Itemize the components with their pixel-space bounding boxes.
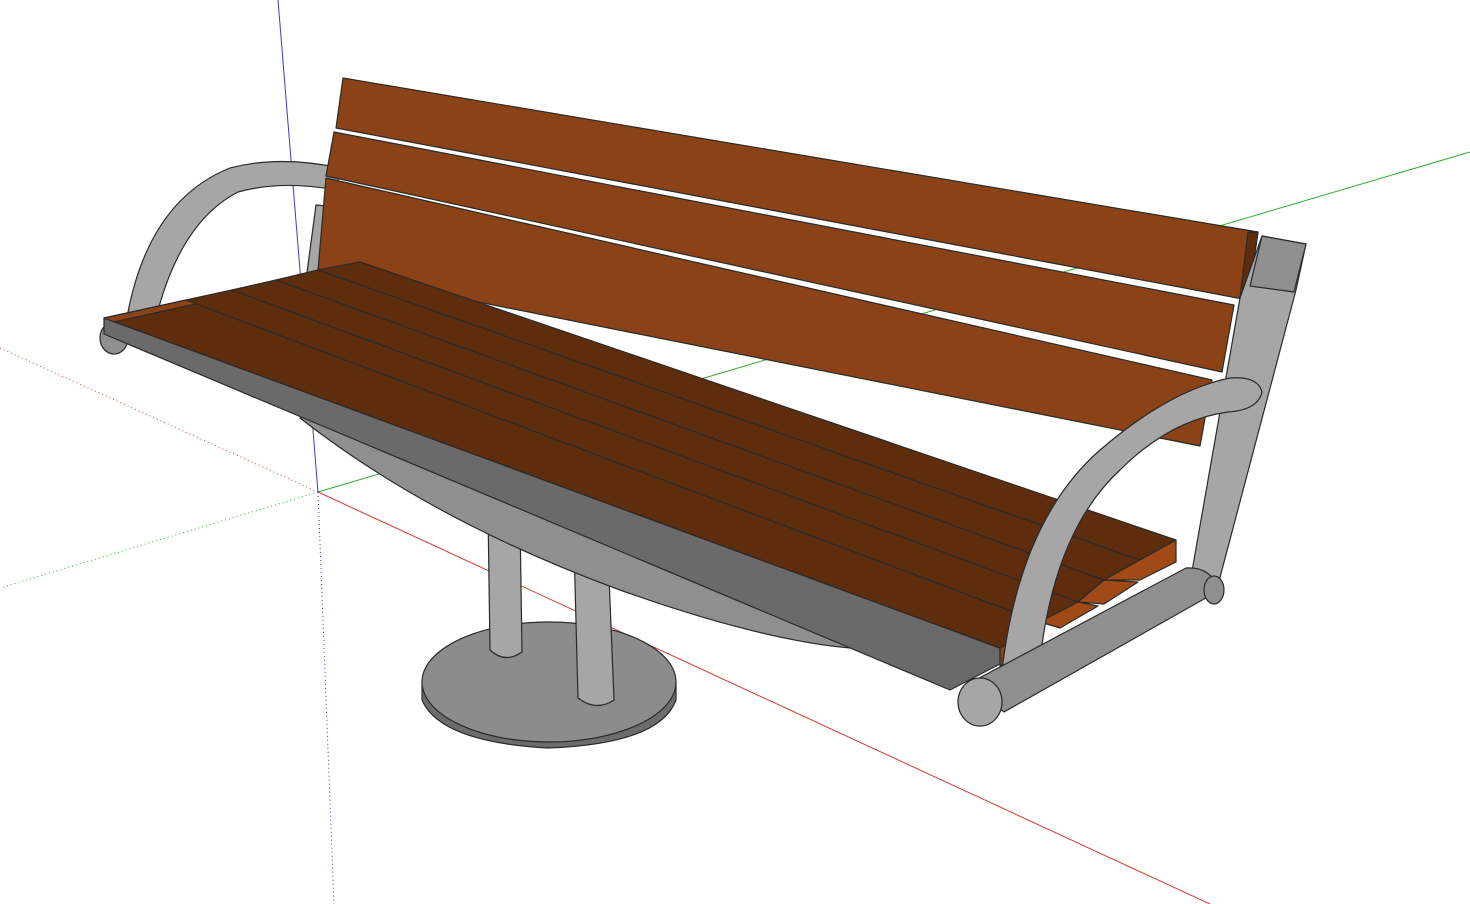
green-axis-hidden [0, 491, 319, 589]
base-plate [421, 621, 677, 749]
blue-axis-hidden [317, 491, 335, 904]
bench-model[interactable] [99, 77, 1307, 749]
3d-model-canvas[interactable] [0, 0, 1470, 904]
modeling-viewport[interactable] [0, 0, 1470, 904]
